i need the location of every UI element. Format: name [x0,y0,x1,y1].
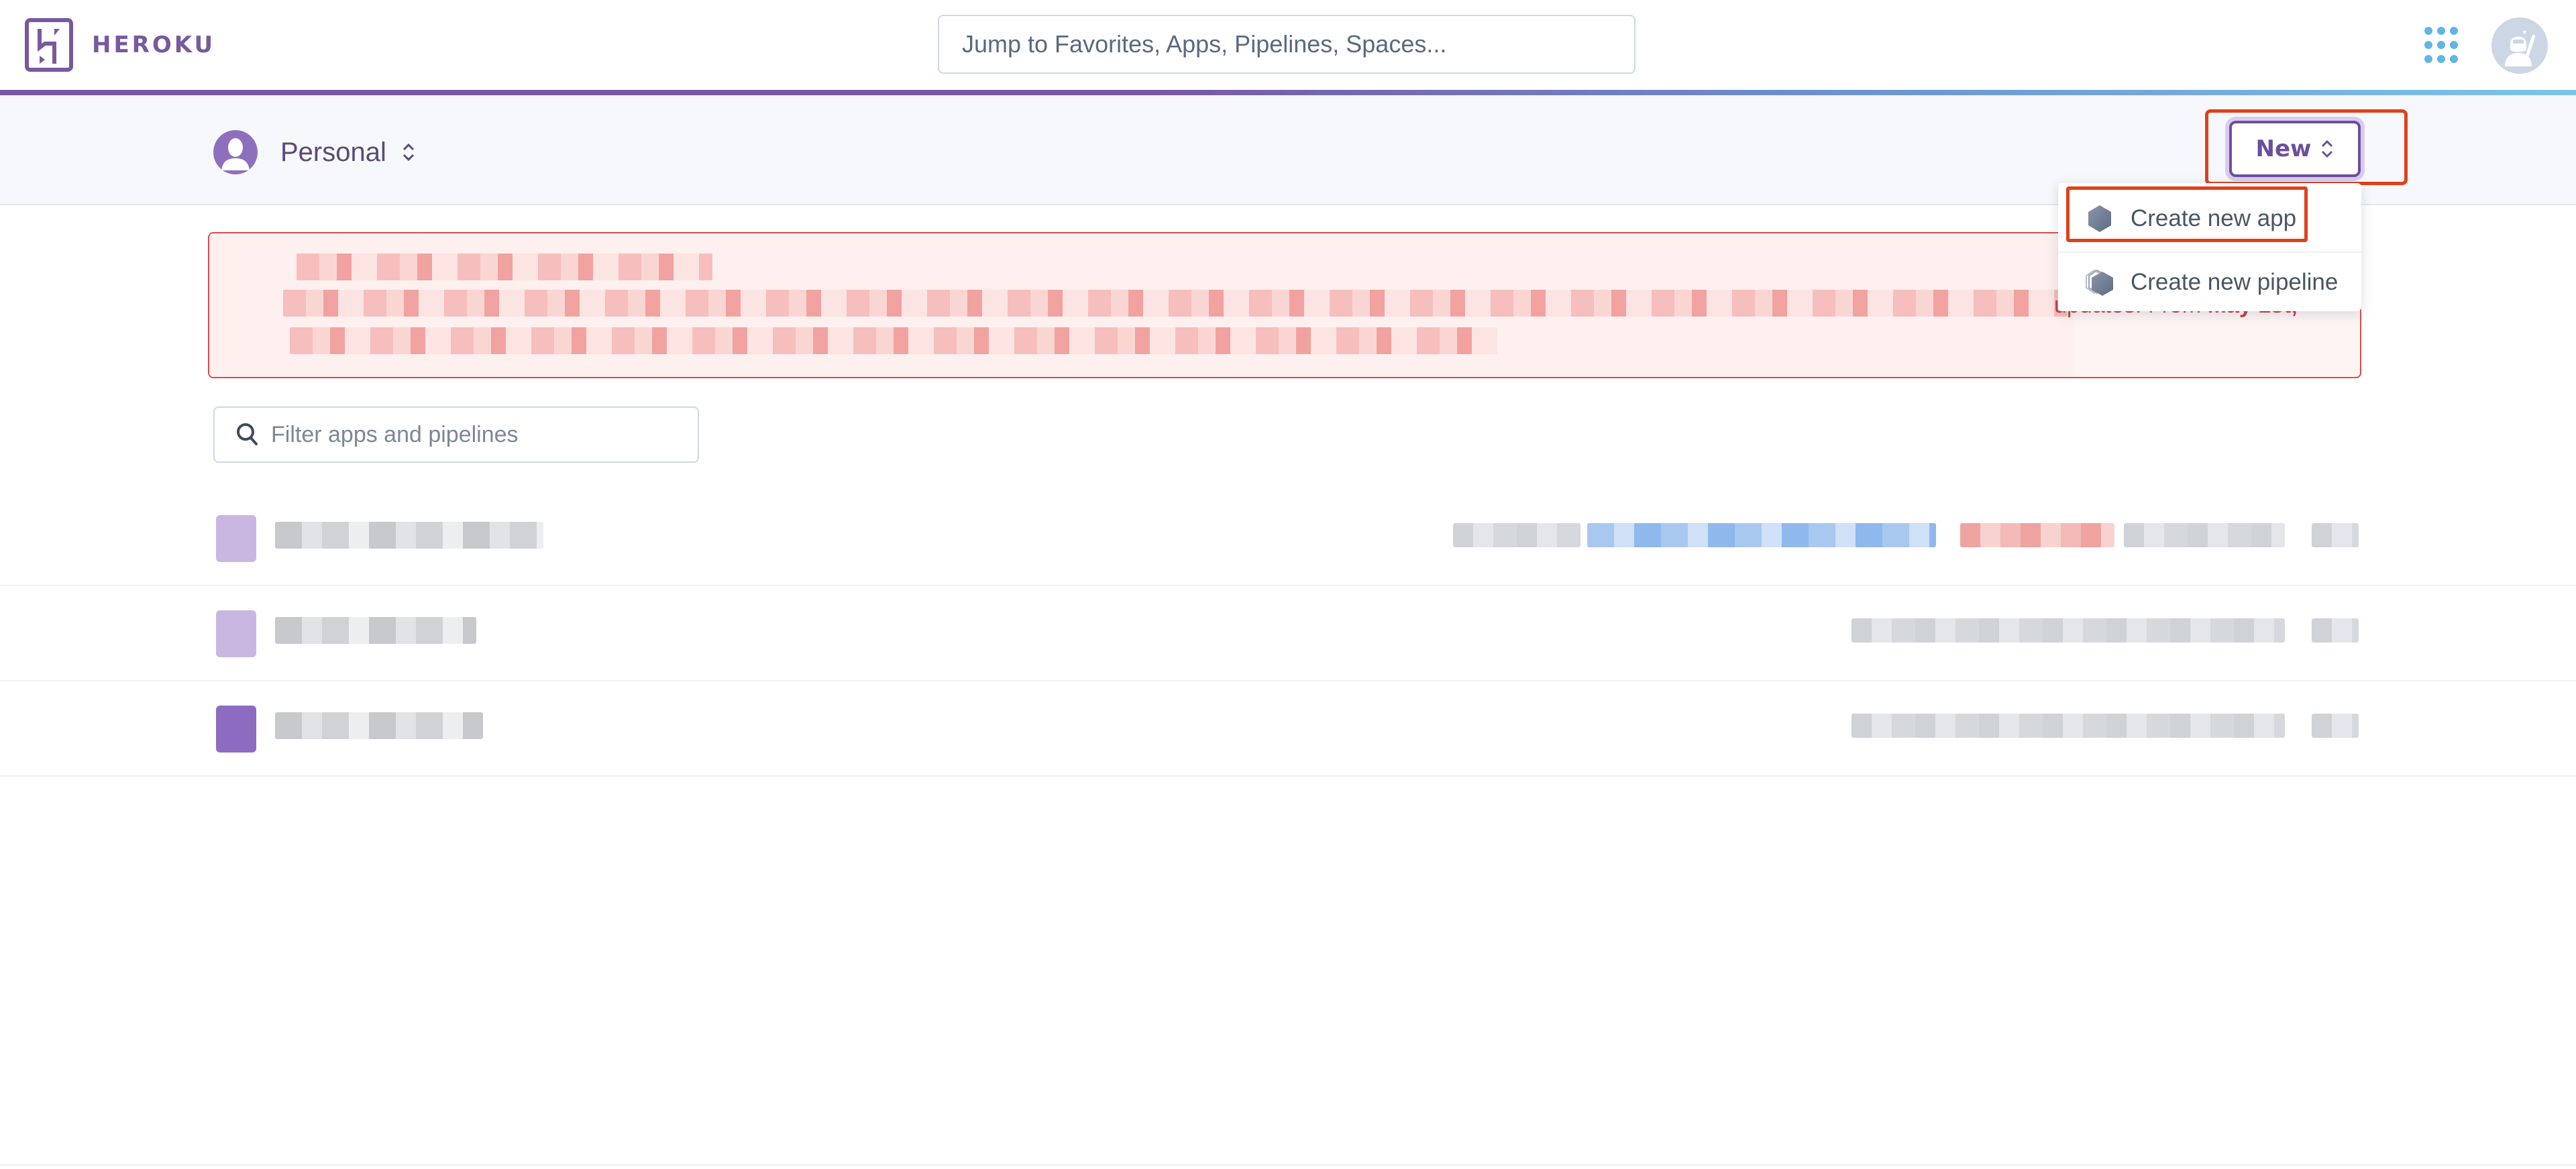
hexagon-icon [2088,205,2111,232]
redacted-app-meta [1851,618,2285,643]
account-label: Personal [280,137,386,167]
redacted-app-meta [2124,523,2285,547]
redacted-app-meta [2312,523,2359,547]
user-avatar[interactable] [2491,17,2548,74]
jump-search-input[interactable] [938,15,1635,74]
chevron-up-down-icon [2322,140,2333,158]
menu-item-label: Create new app [2131,205,2297,231]
alert-banner: updates. From May 1st, [208,232,2361,378]
new-button-label: New [2255,135,2312,162]
top-nav: HEROKU [0,0,2576,90]
heroku-logo-icon [25,18,73,72]
redacted-app-name [275,522,543,549]
redacted-app-link [1587,523,1936,547]
app-icon [216,610,256,657]
redacted-banner-content [209,233,2074,377]
account-switcher[interactable]: Personal [213,130,416,174]
redacted-app-meta [1851,714,2285,738]
menu-item-create-new-pipeline[interactable]: Create new pipeline [2058,252,2361,312]
new-dropdown-menu: Create new app Create new pipeline [2058,183,2361,311]
menu-item-create-new-app[interactable]: Create new app [2058,188,2361,249]
filter-apps-input[interactable] [271,421,674,448]
search-icon [237,423,258,445]
app-list-item[interactable] [0,681,2576,777]
brand-gradient-bar [0,90,2576,95]
redacted-app-meta [2312,618,2359,643]
chevron-up-down-icon [402,143,414,162]
apps-grid-icon[interactable] [2424,27,2458,63]
app-list-item[interactable] [0,491,2576,586]
heroku-logo[interactable]: HEROKU [25,18,215,72]
menu-item-label: Create new pipeline [2131,269,2339,295]
brand-name: HEROKU [92,32,216,58]
filter-box [213,406,699,463]
redacted-app-name [275,712,483,739]
redacted-app-meta [2312,714,2359,738]
app-list-item[interactable] [0,586,2576,681]
ninja-avatar-icon [2505,30,2536,66]
redacted-app-status [1960,523,2114,547]
stacked-hexagons-icon [2086,269,2113,296]
page-bottom-divider [0,1164,2576,1166]
redacted-app-name [275,617,476,644]
app-icon [216,515,256,562]
app-icon [216,706,256,753]
user-silhouette-icon [213,130,258,174]
redacted-app-meta [1453,523,1580,547]
new-button[interactable]: New [2229,121,2361,177]
